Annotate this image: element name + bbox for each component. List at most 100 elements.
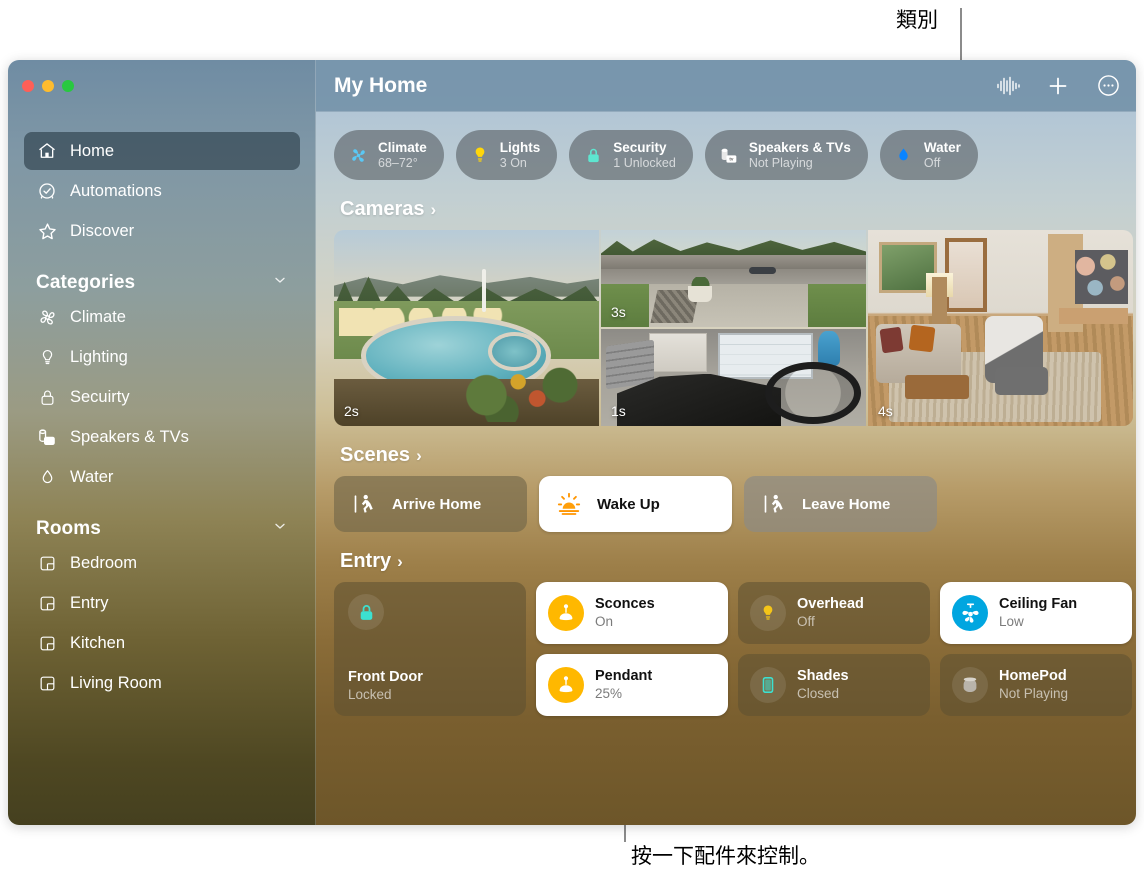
lock-icon — [36, 386, 58, 408]
sidebar-item-home[interactable]: Home — [24, 132, 300, 170]
speaker-tv-icon: tv — [718, 144, 740, 166]
sunrise-icon — [555, 490, 583, 518]
sidebar-item-living-room[interactable]: Living Room — [24, 664, 300, 702]
sidebar-item-label: Home — [70, 141, 115, 160]
sidebar-item-bedroom[interactable]: Bedroom — [24, 544, 300, 582]
sidebar-item-label: Discover — [70, 221, 135, 240]
accessory-tile-overhead[interactable]: Overhead Off — [738, 582, 930, 644]
sidebar-list: Home Automations Discover Categories Cli… — [8, 130, 316, 704]
accessory-tile-front-door[interactable]: Front Door Locked — [334, 582, 526, 716]
accessory-tile-homepod[interactable]: HomePod Not Playing — [940, 654, 1132, 716]
accessory-grid: Front Door Locked Sconces On Overhead Of… — [334, 582, 1132, 716]
section-title: Entry — [340, 550, 392, 572]
pill-climate[interactable]: Climate 68–72° — [334, 130, 444, 180]
accessory-name: Front Door — [348, 668, 423, 685]
section-title: Cameras — [340, 198, 425, 220]
zoom-button[interactable] — [62, 80, 74, 92]
camera-tile-pool[interactable]: 2s — [334, 230, 599, 426]
sidebar-item-label: Water — [70, 467, 114, 486]
accessory-tile-sconces[interactable]: Sconces On — [536, 582, 728, 644]
sidebar-item-speakers-tvs[interactable]: tv Speakers & TVs — [24, 418, 300, 456]
bulb-icon — [36, 346, 58, 368]
accessory-name: Overhead — [797, 595, 864, 612]
accessory-state: On — [595, 613, 614, 629]
page-title: My Home — [334, 73, 428, 97]
camera-feed-image — [601, 230, 866, 327]
pill-label: Speakers & TVs — [748, 139, 851, 155]
accessory-name: Shades — [797, 667, 849, 684]
category-pills: Climate 68–72° Lights 3 On Security 1 Un… — [334, 130, 1114, 180]
section-title: Scenes — [340, 444, 411, 466]
star-icon — [36, 220, 58, 242]
camera-tile-living-room[interactable]: 4s — [868, 230, 1133, 426]
camera-timestamp: 4s — [878, 403, 893, 419]
pill-water[interactable]: Water Off — [879, 130, 978, 180]
droplet-icon — [893, 144, 915, 166]
sidebar-item-automations[interactable]: Automations — [24, 172, 300, 210]
sidebar-section-rooms[interactable]: Rooms — [36, 518, 288, 540]
pill-label: Lights — [499, 139, 541, 155]
pill-label: Water — [923, 139, 961, 155]
camera-timestamp: 2s — [344, 403, 359, 419]
svg-text:tv: tv — [48, 438, 52, 443]
accessory-tile-ceiling-fan[interactable]: Ceiling Fan Low — [940, 582, 1132, 644]
sidebar-item-security[interactable]: Secuirty — [24, 378, 300, 416]
camera-tile-driveway[interactable]: 3s — [601, 230, 866, 327]
sidebar-item-kitchen[interactable]: Kitchen — [24, 624, 300, 662]
section-header-entry[interactable]: Entry › — [340, 550, 1114, 573]
callout-categories-label: 類別 — [896, 8, 938, 32]
homepod-icon — [952, 667, 988, 703]
accessory-state: Low — [999, 613, 1024, 629]
categories-header-label: Categories — [36, 272, 136, 293]
scene-button-arrive-home[interactable]: Arrive Home — [334, 476, 527, 532]
pill-label: Security — [613, 139, 667, 155]
close-button[interactable] — [22, 80, 34, 92]
sidebar-item-water[interactable]: Water — [24, 458, 300, 496]
camera-timestamp: 1s — [611, 403, 626, 419]
accessory-state: Closed — [797, 685, 840, 701]
room-icon — [36, 672, 58, 694]
accessory-state: Locked — [348, 686, 392, 702]
pill-security[interactable]: Security 1 Unlocked — [569, 130, 693, 180]
pill-speakers-tvs[interactable]: tv Speakers & TVs Not Playing — [704, 130, 868, 180]
screenshot-root: 類別 按一下配件來控制。 Home Automations Discover C… — [0, 0, 1144, 891]
pill-lights[interactable]: Lights 3 On — [455, 130, 558, 180]
accessory-tile-pendant[interactable]: Pendant 25% — [536, 654, 728, 716]
scene-label: Wake Up — [597, 495, 660, 513]
titlebar-actions — [994, 72, 1122, 100]
camera-tile-garage[interactable]: 1s — [601, 329, 866, 426]
add-icon[interactable] — [1044, 72, 1072, 100]
more-icon[interactable] — [1094, 72, 1122, 100]
chevron-right-icon: › — [416, 445, 422, 465]
section-header-cameras[interactable]: Cameras › — [340, 198, 1114, 221]
siri-waveform-icon[interactable] — [994, 72, 1022, 100]
sidebar-item-label: Climate — [70, 307, 126, 326]
pill-value: Not Playing — [748, 155, 813, 170]
chevron-down-icon — [272, 518, 288, 540]
section-header-scenes[interactable]: Scenes › — [340, 444, 1114, 467]
sidebar-item-discover[interactable]: Discover — [24, 212, 300, 250]
speaker-tv-icon: tv — [36, 426, 58, 448]
walk-in-icon — [350, 490, 378, 518]
sidebar-item-entry[interactable]: Entry — [24, 584, 300, 622]
sidebar-item-label: Speakers & TVs — [70, 427, 189, 446]
room-icon — [36, 632, 58, 654]
pill-value: 1 Unlocked — [613, 155, 676, 170]
sidebar-item-label: Lighting — [70, 347, 128, 366]
sidebar-item-climate[interactable]: Climate — [24, 298, 300, 336]
scene-label: Arrive Home — [392, 495, 482, 513]
accessory-name: Sconces — [595, 595, 655, 612]
chevron-down-icon — [272, 272, 288, 294]
minimize-button[interactable] — [42, 80, 54, 92]
scene-button-wake-up[interactable]: Wake Up — [539, 476, 732, 532]
sidebar-section-categories[interactable]: Categories — [36, 272, 288, 294]
bulb-icon — [750, 595, 786, 631]
shade-icon — [750, 667, 786, 703]
scene-button-leave-home[interactable]: Leave Home — [744, 476, 937, 532]
fan-icon — [347, 144, 369, 166]
content-area: Climate 68–72° Lights 3 On Security 1 Un… — [316, 112, 1136, 825]
accessory-tile-shades[interactable]: Shades Closed — [738, 654, 930, 716]
sidebar-item-lighting[interactable]: Lighting — [24, 338, 300, 376]
accessory-name: Pendant — [595, 667, 653, 684]
pill-value: Off — [923, 155, 941, 170]
